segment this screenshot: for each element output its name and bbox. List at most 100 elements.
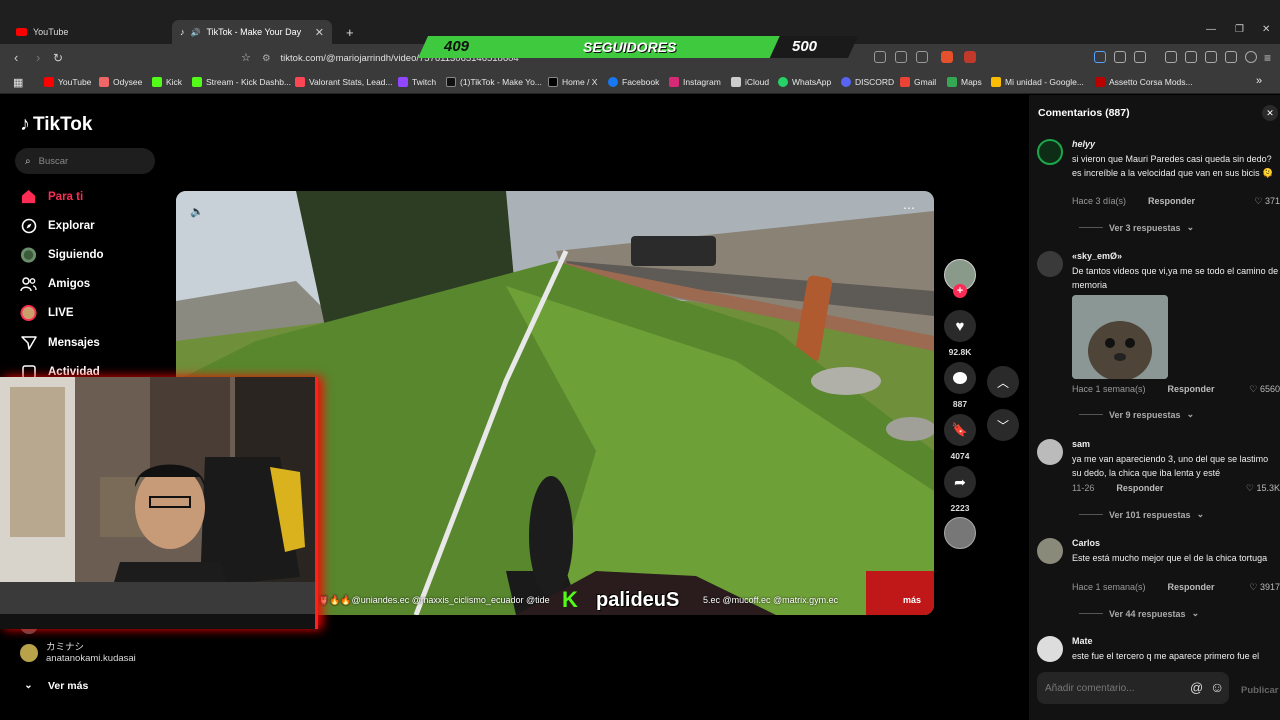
like-button[interactable]: ♥ bbox=[944, 310, 976, 342]
minimize-icon[interactable]: — bbox=[1206, 24, 1216, 35]
view-replies-button[interactable]: Ver 9 respuestas ⌄ bbox=[1079, 409, 1194, 420]
nav-mensajes[interactable]: Mensajes bbox=[20, 334, 100, 351]
view-replies-button[interactable]: Ver 3 respuestas ⌄ bbox=[1079, 222, 1194, 233]
avatar[interactable] bbox=[1037, 439, 1063, 465]
close-tab-icon[interactable]: ✕ bbox=[315, 26, 324, 39]
media-icon[interactable] bbox=[1165, 51, 1177, 63]
install-icon[interactable] bbox=[895, 51, 907, 63]
chevron-up-icon: ︿ bbox=[996, 375, 1009, 390]
chevron-down-icon: ⌄ bbox=[24, 680, 33, 691]
mention-icon[interactable]: @ bbox=[1190, 680, 1203, 695]
brave-rewards-icon[interactable] bbox=[964, 51, 976, 63]
bookmark-maps[interactable]: Maps bbox=[947, 77, 982, 87]
bookmark-tiktok[interactable]: (1)TikTok - Make Yo... bbox=[446, 77, 542, 87]
sound-disc-icon[interactable] bbox=[944, 517, 976, 549]
bookmark-drive[interactable]: Mi unidad - Google... bbox=[991, 77, 1084, 87]
search-input[interactable]: ⌕ Buscar bbox=[15, 148, 155, 174]
view-replies-button[interactable]: Ver 44 respuestas ⌄ bbox=[1079, 608, 1199, 619]
comment-like-button[interactable]: ♡ 6560 bbox=[1249, 384, 1280, 395]
comment-like-button[interactable]: ♡ 3917 bbox=[1249, 582, 1280, 593]
comment-like-button[interactable]: ♡ 15.3K bbox=[1246, 483, 1280, 494]
bookmark-assetto[interactable]: Assetto Corsa Mods... bbox=[1095, 77, 1193, 87]
publish-button[interactable]: Publicar bbox=[1241, 685, 1279, 696]
nav-live[interactable]: LIVE bbox=[20, 304, 74, 321]
bookmark-stream-kick[interactable]: Stream - Kick Dashb... bbox=[192, 77, 291, 87]
more-options-icon[interactable]: ⋯ bbox=[903, 201, 915, 215]
emoji-icon[interactable]: ☺ bbox=[1210, 679, 1224, 695]
next-video-button[interactable]: ﹀ bbox=[987, 409, 1019, 441]
comment-like-button[interactable]: ♡ 371 bbox=[1254, 196, 1280, 207]
share-icon[interactable] bbox=[916, 51, 928, 63]
bookmark-twitch[interactable]: Twitch bbox=[398, 77, 436, 87]
avatar[interactable] bbox=[1037, 636, 1063, 662]
speaker-icon: 🔊 bbox=[190, 27, 201, 37]
brave-shield-icon[interactable] bbox=[941, 51, 953, 63]
comment-text: si vieron que Mauri Paredes casi queda s… bbox=[1072, 154, 1274, 178]
bookmark-whatsapp[interactable]: WhatsApp bbox=[778, 77, 831, 87]
previous-video-button[interactable]: ︿ bbox=[987, 366, 1019, 398]
nav-amigos[interactable]: Amigos bbox=[20, 275, 90, 292]
profile-icon[interactable] bbox=[1245, 51, 1257, 63]
nav-para-ti[interactable]: Para ti bbox=[20, 188, 83, 205]
leo-icon[interactable] bbox=[1225, 51, 1237, 63]
bookmark-star-icon[interactable]: ☆ bbox=[241, 50, 251, 66]
nav-siguiendo[interactable]: Siguiendo bbox=[20, 246, 104, 263]
account-anatanokami[interactable]: カミナシ anatanokami.kudasai bbox=[20, 642, 136, 664]
see-more-button[interactable]: ⌄ Ver más bbox=[20, 677, 88, 694]
extension-icon[interactable] bbox=[1114, 51, 1126, 63]
comment-username[interactable]: Mate bbox=[1072, 636, 1093, 646]
avatar[interactable] bbox=[1037, 538, 1063, 564]
close-comments-icon[interactable]: ✕ bbox=[1262, 105, 1278, 121]
avatar[interactable] bbox=[1037, 251, 1063, 277]
bookmark-gmail[interactable]: Gmail bbox=[900, 77, 936, 87]
comment-item: Mate este fue el tercero q me aparece pr… bbox=[1037, 636, 1280, 666]
follow-plus-icon[interactable]: + bbox=[953, 284, 967, 298]
apps-grid-icon[interactable]: ▦ bbox=[13, 76, 23, 89]
comment-username[interactable]: «sky_emØ» bbox=[1072, 251, 1122, 261]
tab-tiktok[interactable]: ♪ 🔊 TikTok - Make Your Day ✕ bbox=[172, 20, 332, 44]
bookmark-discord[interactable]: DISCORD bbox=[841, 77, 894, 87]
forward-icon[interactable]: › bbox=[36, 50, 40, 66]
bookmark-instagram[interactable]: Instagram bbox=[669, 77, 721, 87]
share-button[interactable]: ➦ bbox=[944, 466, 976, 498]
bookmark-youtube[interactable]: YouTube bbox=[44, 77, 91, 87]
tab-youtube[interactable]: YouTube bbox=[8, 20, 168, 44]
vpn-icon[interactable] bbox=[1094, 51, 1106, 63]
reload-icon[interactable]: ↻ bbox=[53, 50, 63, 66]
maximize-icon[interactable]: ❐ bbox=[1235, 24, 1244, 35]
comment-username[interactable]: helyy bbox=[1072, 139, 1095, 149]
back-icon[interactable]: ‹ bbox=[14, 50, 18, 66]
reply-button[interactable]: Responder bbox=[1148, 196, 1195, 206]
caption-more-button[interactable]: más bbox=[903, 595, 921, 605]
bookmark-facebook[interactable]: Facebook bbox=[608, 77, 659, 87]
comment-username[interactable]: Carlos bbox=[1072, 538, 1100, 548]
avatar[interactable] bbox=[1037, 139, 1063, 165]
save-button[interactable]: 🔖 bbox=[944, 414, 976, 446]
mute-icon[interactable]: 🔈 bbox=[190, 205, 204, 218]
comment-username[interactable]: sam bbox=[1072, 439, 1090, 449]
bookmark-icloud[interactable]: iCloud bbox=[731, 77, 769, 87]
site-info-icon[interactable]: ⚙ bbox=[262, 53, 271, 64]
reply-button[interactable]: Responder bbox=[1116, 483, 1163, 493]
reply-button[interactable]: Responder bbox=[1168, 582, 1215, 592]
bookmark-valorant[interactable]: Valorant Stats, Lead... bbox=[295, 77, 392, 87]
comment-sticker-image[interactable] bbox=[1072, 295, 1168, 379]
bookmark-x[interactable]: Home / X bbox=[548, 77, 597, 87]
bookmark-kick[interactable]: Kick bbox=[152, 77, 182, 87]
menu-icon[interactable]: ≡ bbox=[1264, 50, 1271, 66]
comment-input[interactable]: Añadir comentario... @ ☺ bbox=[1037, 672, 1229, 704]
bookmark-odysee[interactable]: Odysee bbox=[99, 77, 142, 87]
tiktok-logo[interactable]: ♪ TikTok bbox=[20, 113, 92, 136]
goal-target: 500 bbox=[792, 38, 818, 55]
comment-button[interactable] bbox=[944, 362, 976, 394]
wallet-icon[interactable] bbox=[1205, 51, 1217, 63]
cast-icon[interactable] bbox=[874, 51, 886, 63]
view-replies-button[interactable]: Ver 101 respuestas ⌄ bbox=[1079, 509, 1204, 520]
nav-explorar[interactable]: Explorar bbox=[20, 217, 95, 234]
tab-search-icon[interactable] bbox=[1134, 51, 1146, 63]
reading-list-icon[interactable] bbox=[1185, 51, 1197, 63]
reply-button[interactable]: Responder bbox=[1168, 384, 1215, 394]
window-close-icon[interactable]: ✕ bbox=[1262, 24, 1270, 35]
more-bookmarks-icon[interactable]: » bbox=[1256, 75, 1262, 87]
new-tab-button[interactable]: + bbox=[338, 20, 358, 44]
